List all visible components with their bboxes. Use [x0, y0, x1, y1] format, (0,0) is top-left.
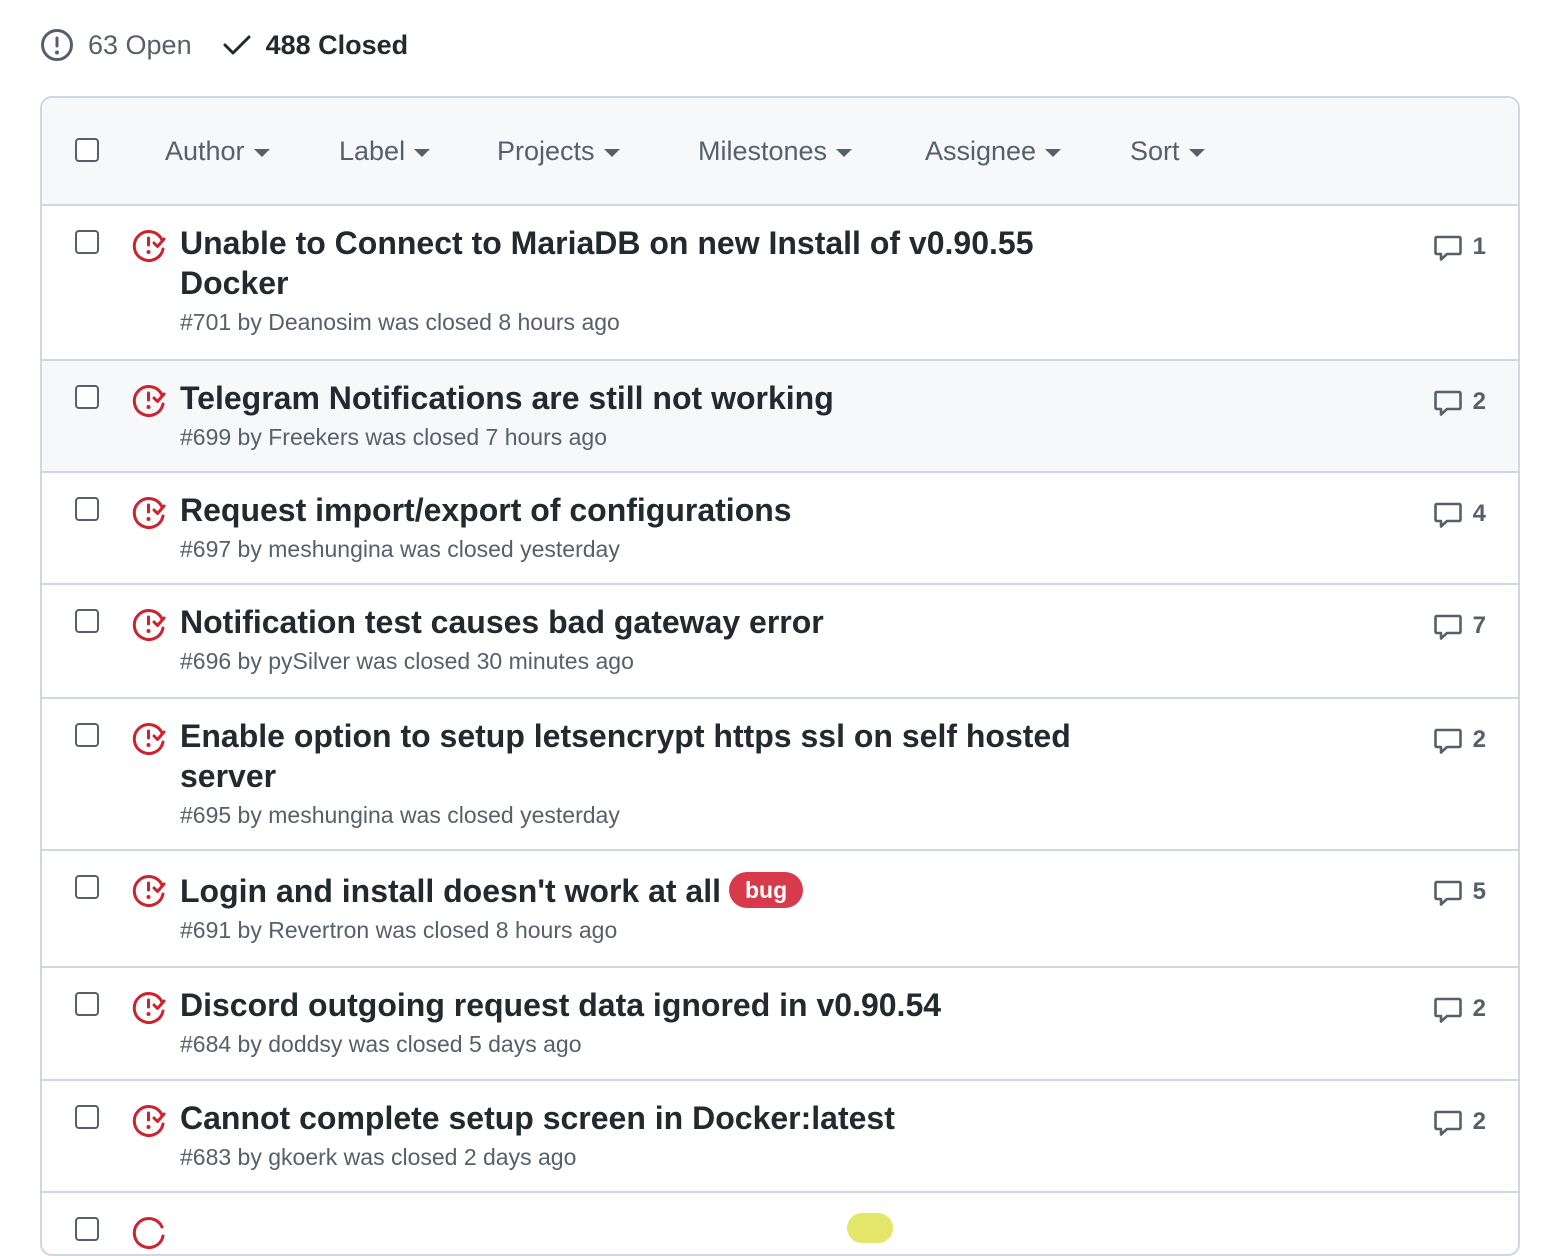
issue-title-link[interactable]: Request import/export of configurations	[180, 490, 1080, 530]
caret-down-icon	[1188, 149, 1205, 157]
issue-row[interactable]	[42, 1193, 1518, 1254]
issue-closed-icon	[132, 992, 166, 1024]
issue-title-link[interactable]: Notification test causes bad gateway err…	[180, 602, 1080, 642]
comments-link[interactable]: 7	[1433, 611, 1486, 641]
comments-link[interactable]: 1	[1433, 232, 1486, 262]
issue-closed-icon	[132, 1217, 165, 1249]
comment-count: 7	[1472, 612, 1486, 639]
issue-checkbox[interactable]	[75, 385, 99, 409]
issue-meta: #684 by doddsy was closed 5 days ago	[180, 1031, 582, 1057]
issue-title-link[interactable]: Telegram Notifications are still not wor…	[180, 378, 1080, 418]
assignee-filter[interactable]: Assignee	[925, 136, 1062, 167]
issue-meta: #699 by Freekers was closed 7 hours ago	[180, 424, 608, 450]
open-count-label: 63 Open	[88, 29, 192, 60]
issue-meta: #697 by meshungina was closed yesterday	[180, 536, 620, 562]
comment-count: 2	[1472, 388, 1486, 415]
issue-row[interactable]: Telegram Notifications are still not wor…	[42, 361, 1518, 473]
issue-closed-icon	[132, 385, 166, 417]
issue-meta: #691 by Revertron was closed 8 hours ago	[180, 917, 618, 943]
issue-row[interactable]: Login and install doesn't work at all bug…	[42, 851, 1518, 968]
comments-link[interactable]: 2	[1433, 1107, 1486, 1137]
comment-icon	[1433, 235, 1462, 261]
issue-row[interactable]: Notification test causes bad gateway err…	[42, 585, 1518, 699]
issue-checkbox[interactable]	[75, 609, 99, 633]
author-filter[interactable]: Author	[165, 136, 270, 167]
issue-row[interactable]: Unable to Connect to MariaDB on new Inst…	[42, 206, 1518, 361]
comments-link[interactable]: 2	[1433, 994, 1486, 1024]
comment-icon	[1433, 997, 1462, 1023]
issue-row[interactable]: Enable option to setup letsencrypt https…	[42, 699, 1518, 851]
issue-closed-icon	[132, 497, 166, 529]
assignee-filter-label: Assignee	[925, 136, 1037, 166]
comment-count: 1	[1472, 233, 1486, 260]
check-icon	[223, 35, 251, 55]
issue-closed-icon	[132, 230, 166, 262]
sort-label: Sort	[1130, 136, 1180, 166]
issue-checkbox[interactable]	[75, 497, 99, 521]
issue-title-link[interactable]: Cannot complete setup screen in Docker:l…	[180, 1098, 1080, 1138]
comment-count: 4	[1472, 500, 1486, 527]
issue-title-link[interactable]: Discord outgoing request data ignored in…	[180, 985, 1080, 1025]
issue-checkbox[interactable]	[75, 875, 99, 899]
label-filter-label: Label	[339, 136, 406, 166]
issue-row[interactable]: Discord outgoing request data ignored in…	[42, 968, 1518, 1081]
issue-checkbox[interactable]	[75, 230, 99, 254]
comment-icon	[1433, 880, 1462, 906]
closed-count-label: 488 Closed	[265, 29, 409, 60]
issue-closed-icon	[132, 723, 166, 755]
caret-down-icon	[603, 149, 620, 157]
milestones-filter[interactable]: Milestones	[698, 136, 853, 167]
select-all-checkbox[interactable]	[75, 138, 99, 162]
comment-icon	[1433, 614, 1462, 640]
caret-down-icon	[836, 149, 853, 157]
issue-checkbox[interactable]	[75, 1217, 99, 1241]
caret-down-icon	[253, 149, 270, 157]
open-issues-tab[interactable]: 63 Open	[40, 28, 192, 62]
label-badge[interactable]	[847, 1213, 893, 1243]
comment-icon	[1433, 728, 1462, 754]
bug-label[interactable]: bug	[729, 872, 804, 908]
author-filter-label: Author	[165, 136, 245, 166]
issue-closed-icon	[132, 609, 166, 641]
issue-state-toggle: 63 Open 488 Closed	[40, 24, 408, 66]
issue-closed-icon	[132, 1105, 166, 1137]
comment-count: 5	[1472, 878, 1486, 905]
issue-checkbox[interactable]	[75, 992, 99, 1016]
issue-meta: #701 by Deanosim was closed 8 hours ago	[180, 309, 620, 335]
issue-meta: #695 by meshungina was closed yesterday	[180, 802, 620, 828]
comments-link[interactable]: 2	[1433, 725, 1486, 755]
issue-title-link[interactable]: Login and install doesn't work at all	[180, 873, 721, 909]
label-filter[interactable]: Label	[339, 136, 431, 167]
comment-count: 2	[1472, 995, 1486, 1022]
caret-down-icon	[414, 149, 431, 157]
issue-meta: #696 by pySilver was closed 30 minutes a…	[180, 648, 634, 674]
issue-row[interactable]: Request import/export of configurations …	[42, 473, 1518, 585]
projects-filter-label: Projects	[497, 136, 595, 166]
comment-count: 2	[1472, 1108, 1486, 1135]
comments-link[interactable]: 5	[1433, 877, 1486, 907]
issue-checkbox[interactable]	[75, 723, 99, 747]
comment-icon	[1433, 1110, 1462, 1136]
issue-title-link[interactable]: Unable to Connect to MariaDB on new Inst…	[180, 223, 1080, 303]
issue-row[interactable]: Cannot complete setup screen in Docker:l…	[42, 1081, 1518, 1193]
issue-closed-icon	[132, 875, 166, 907]
sort-dropdown[interactable]: Sort	[1130, 136, 1205, 167]
issue-open-icon	[41, 29, 73, 61]
comment-icon	[1433, 502, 1462, 528]
comments-link[interactable]: 2	[1433, 387, 1486, 417]
caret-down-icon	[1045, 149, 1062, 157]
issue-title-link[interactable]: Enable option to setup letsencrypt https…	[180, 716, 1080, 796]
issue-meta: #683 by gkoerk was closed 2 days ago	[180, 1144, 577, 1170]
closed-issues-tab[interactable]: 488 Closed	[222, 29, 409, 61]
comment-count: 2	[1472, 726, 1486, 753]
issues-list-box: Author Label Projects Milestones Assigne…	[40, 96, 1520, 1256]
issues-list-header: Author Label Projects Milestones Assigne…	[42, 98, 1518, 206]
projects-filter[interactable]: Projects	[497, 136, 620, 167]
comments-link[interactable]: 4	[1433, 499, 1486, 529]
issue-checkbox[interactable]	[75, 1105, 99, 1129]
comment-icon	[1433, 390, 1462, 416]
milestones-filter-label: Milestones	[698, 136, 828, 166]
